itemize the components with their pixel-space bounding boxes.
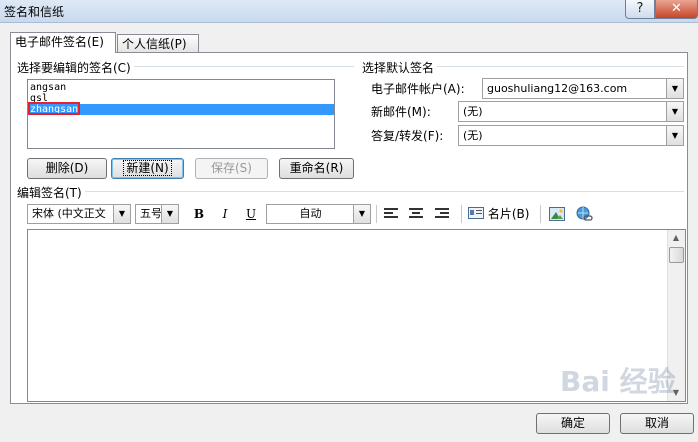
- window-title: 签名和信纸: [4, 5, 65, 19]
- new-button[interactable]: 新建(N): [111, 158, 184, 179]
- business-card-button[interactable]: 名片(B): [468, 204, 534, 224]
- cancel-label: 取消: [644, 416, 669, 430]
- delete-label: 删除(D): [45, 161, 89, 175]
- align-center-icon[interactable]: [406, 204, 426, 224]
- font-select[interactable]: 宋体 (中文正文 ▼: [27, 204, 131, 224]
- bold-button[interactable]: B: [190, 204, 208, 224]
- font-size-value: 五号: [140, 207, 162, 220]
- rename-label: 重命名(R): [289, 161, 344, 175]
- signature-list-label: 选择要编辑的签名(C): [17, 59, 134, 76]
- font-value: 宋体 (中文正文: [32, 207, 106, 220]
- chevron-down-icon[interactable]: ▼: [113, 205, 130, 223]
- signature-listbox[interactable]: angsan gsl zhangsan: [27, 79, 335, 149]
- business-card-label: 名片(B): [487, 207, 530, 221]
- align-right-icon[interactable]: [432, 204, 452, 224]
- font-color-value: 自动: [299, 207, 322, 220]
- help-button[interactable]: ?: [625, 0, 655, 19]
- edit-signature-label: 编辑签名(T): [17, 184, 85, 201]
- new-label: 新建(N): [123, 160, 172, 176]
- close-button[interactable]: ✕: [655, 0, 698, 19]
- toolbar-separator: [461, 205, 462, 223]
- ok-label: 确定: [560, 416, 585, 430]
- reply-forward-label: 答复/转发(F):: [371, 129, 444, 143]
- italic-button[interactable]: I: [216, 204, 234, 224]
- default-signature-label: 选择默认签名: [362, 59, 438, 76]
- underline-button[interactable]: U: [242, 204, 260, 224]
- save-label: 保存(S): [211, 161, 252, 175]
- font-size-select[interactable]: 五号 ▼: [135, 204, 179, 224]
- title-bar: 签名和信纸 ? ✕: [0, 0, 698, 23]
- business-card-icon: [468, 207, 484, 219]
- ok-button[interactable]: 确定: [536, 413, 610, 434]
- cancel-button[interactable]: 取消: [620, 413, 694, 434]
- account-value: guoshuliang12@163.com: [487, 82, 628, 95]
- account-label: 电子邮件帐户(A):: [371, 82, 465, 96]
- delete-button[interactable]: 删除(D): [27, 158, 107, 179]
- align-left-icon[interactable]: [381, 204, 401, 224]
- reply-forward-select[interactable]: (无) ▼: [458, 125, 684, 146]
- tab-personal-stationery[interactable]: 个人信纸(P): [117, 34, 199, 53]
- chevron-down-icon[interactable]: ▼: [666, 126, 683, 145]
- rename-button[interactable]: 重命名(R): [279, 158, 354, 179]
- chevron-down-icon[interactable]: ▼: [161, 205, 178, 223]
- watermark-logo: Bai 经验: [560, 365, 676, 398]
- save-button[interactable]: 保存(S): [195, 158, 268, 179]
- list-item[interactable]: angsan: [28, 82, 334, 93]
- group-divider: [17, 191, 684, 192]
- list-item-selected[interactable]: zhangsan: [28, 102, 334, 115]
- insert-picture-icon[interactable]: [547, 204, 567, 224]
- insert-hyperlink-icon[interactable]: [573, 204, 595, 224]
- toolbar-separator: [376, 205, 377, 223]
- scroll-up-icon[interactable]: ▲: [668, 230, 684, 246]
- chevron-down-icon[interactable]: ▼: [353, 205, 370, 223]
- chevron-down-icon[interactable]: ▼: [666, 79, 683, 98]
- tab-email-signature[interactable]: 电子邮件签名(E): [10, 32, 116, 53]
- new-message-select[interactable]: (无) ▼: [458, 101, 684, 122]
- reply-forward-value: (无): [463, 129, 483, 142]
- account-select[interactable]: guoshuliang12@163.com ▼: [482, 78, 684, 99]
- chevron-down-icon[interactable]: ▼: [666, 102, 683, 121]
- new-message-value: (无): [463, 105, 483, 118]
- toolbar-separator: [540, 205, 541, 223]
- new-message-label: 新邮件(M):: [371, 105, 431, 119]
- scroll-thumb[interactable]: [669, 247, 684, 263]
- font-color-select[interactable]: 自动 ▼: [266, 204, 371, 224]
